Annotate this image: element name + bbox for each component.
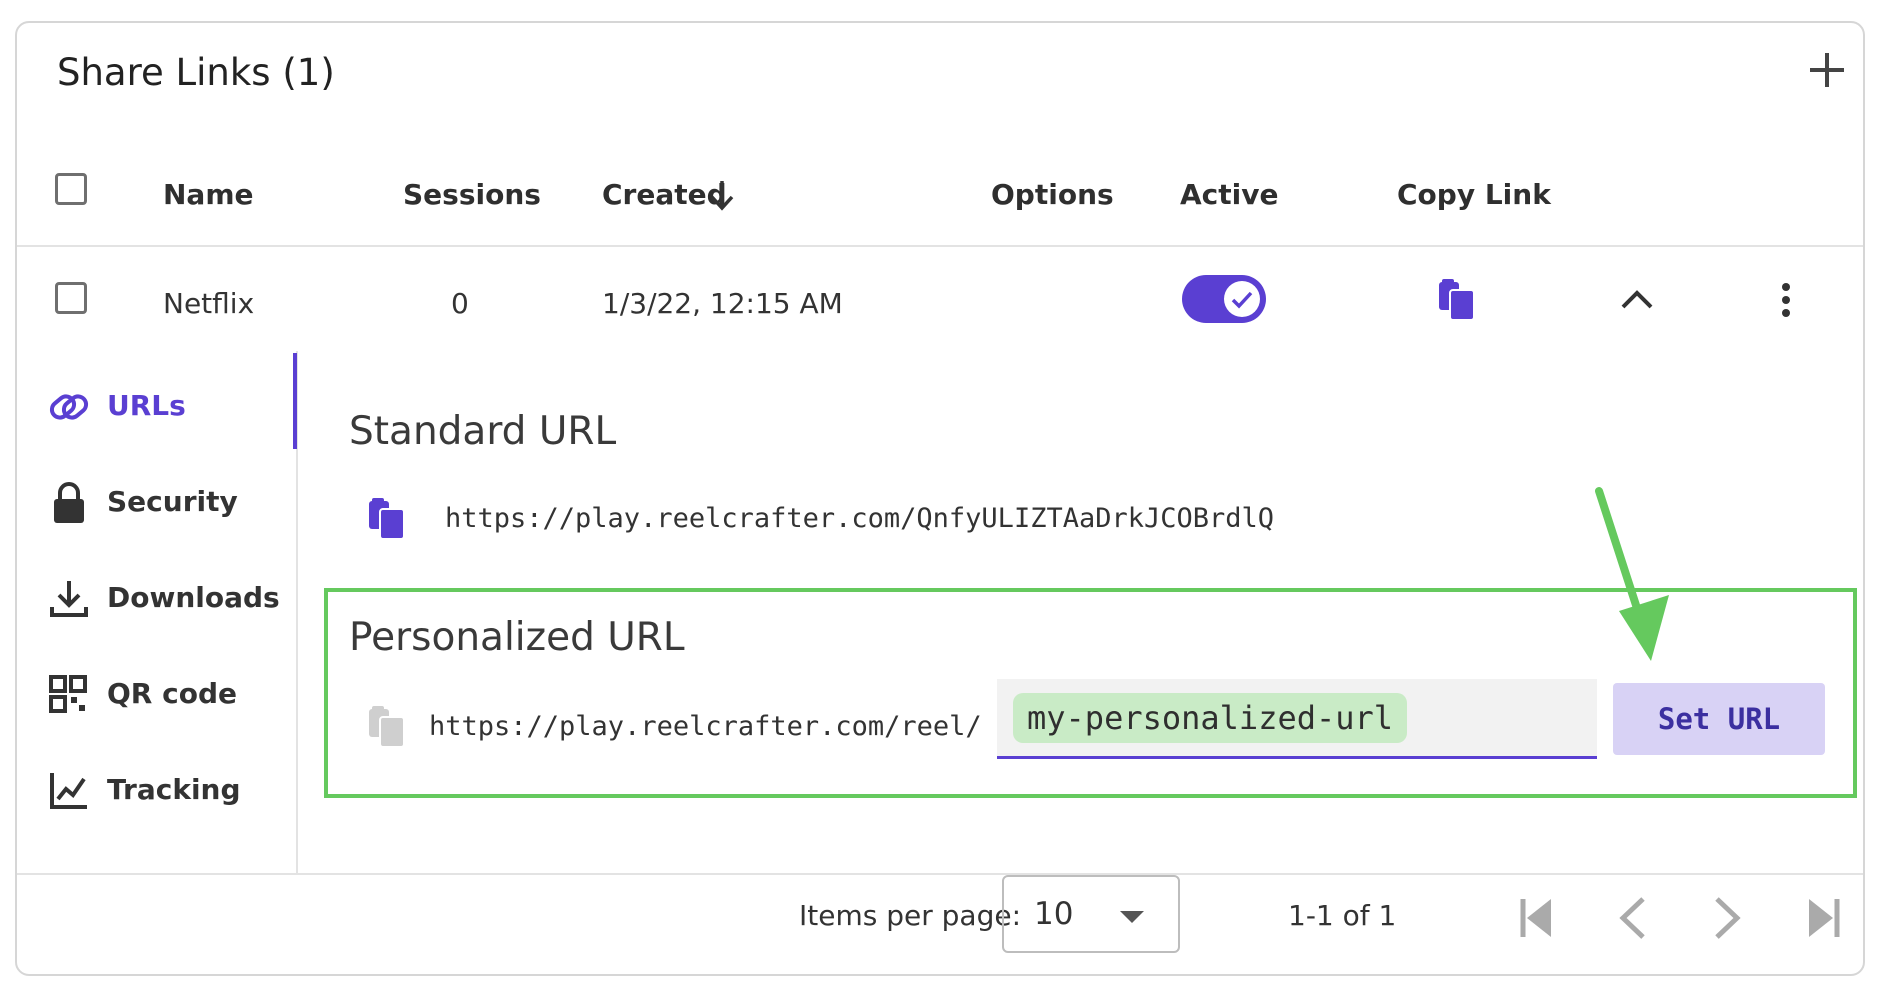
items-per-page-value: 10 <box>1034 896 1074 932</box>
copy-standard-url-icon[interactable] <box>365 497 409 541</box>
sort-desc-arrow-icon[interactable] <box>707 177 737 213</box>
qr-code-icon <box>49 675 87 713</box>
toggle-knob <box>1224 281 1260 317</box>
previous-page-icon[interactable] <box>1613 893 1653 943</box>
nav-label-urls: URLs <box>107 389 186 422</box>
check-icon <box>1231 291 1253 309</box>
column-header-options: Options <box>991 178 1114 211</box>
column-header-sessions[interactable]: Sessions <box>403 178 541 211</box>
set-url-button[interactable]: Set URL <box>1613 683 1825 755</box>
share-links-card: Share Links (1) Name Sessions Created Op… <box>15 21 1865 976</box>
standard-url-text: https://play.reelcrafter.com/QnfyULIZTAa… <box>445 503 1275 534</box>
copy-link-icon[interactable] <box>1435 278 1479 322</box>
last-page-icon[interactable] <box>1803 893 1843 943</box>
personalized-url-heading: Personalized URL <box>349 615 685 660</box>
nav-item-urls[interactable]: URLs <box>47 383 277 431</box>
chart-icon <box>50 773 87 809</box>
copy-personalized-url-icon[interactable] <box>365 705 409 749</box>
column-header-name[interactable]: Name <box>163 178 254 211</box>
nav-label-downloads: Downloads <box>107 581 280 614</box>
select-all-checkbox[interactable] <box>55 173 87 205</box>
link-icon <box>49 394 89 420</box>
divider <box>17 245 1863 247</box>
page-range: 1-1 of 1 <box>1288 899 1397 932</box>
personalized-url-prefix: https://play.reelcrafter.com/reel/ <box>429 711 982 742</box>
row-name: Netflix <box>163 287 255 320</box>
green-arrow-icon <box>1595 487 1669 661</box>
plus-icon[interactable] <box>1797 41 1857 101</box>
nav-label-security: Security <box>107 485 238 518</box>
footer-divider <box>17 873 1863 875</box>
nav-item-security[interactable]: Security <box>47 479 277 527</box>
items-per-page-label: Items per page: <box>799 899 1022 932</box>
nav-item-downloads[interactable]: Downloads <box>47 575 280 623</box>
personalized-url-input-value: my-personalized-url <box>1013 693 1408 743</box>
download-icon <box>50 581 88 617</box>
column-header-copy-link: Copy Link <box>1397 178 1551 211</box>
items-per-page-select[interactable]: 10 <box>1002 875 1180 953</box>
standard-url-heading: Standard URL <box>349 409 617 454</box>
dropdown-caret-icon <box>1120 911 1144 923</box>
nav-label-tracking: Tracking <box>107 773 241 806</box>
active-toggle[interactable] <box>1182 275 1266 323</box>
row-sessions: 0 <box>451 287 469 320</box>
card-title: Share Links (1) <box>57 51 335 94</box>
next-page-icon[interactable] <box>1707 893 1747 943</box>
more-options-icon[interactable] <box>1779 280 1793 320</box>
nav-item-qr-code[interactable]: QR code <box>47 671 277 719</box>
row-created: 1/3/22, 12:15 AM <box>602 287 843 320</box>
column-header-active: Active <box>1180 178 1279 211</box>
collapse-chevron-up-icon[interactable] <box>1617 283 1657 313</box>
row-checkbox[interactable] <box>55 282 87 314</box>
lock-icon <box>54 482 84 523</box>
personalized-url-input[interactable]: my-personalized-url <box>997 679 1597 759</box>
active-nav-indicator <box>293 353 297 449</box>
nav-item-tracking[interactable]: Tracking <box>47 767 277 815</box>
first-page-icon[interactable] <box>1517 893 1557 943</box>
nav-label-qr-code: QR code <box>107 677 237 710</box>
